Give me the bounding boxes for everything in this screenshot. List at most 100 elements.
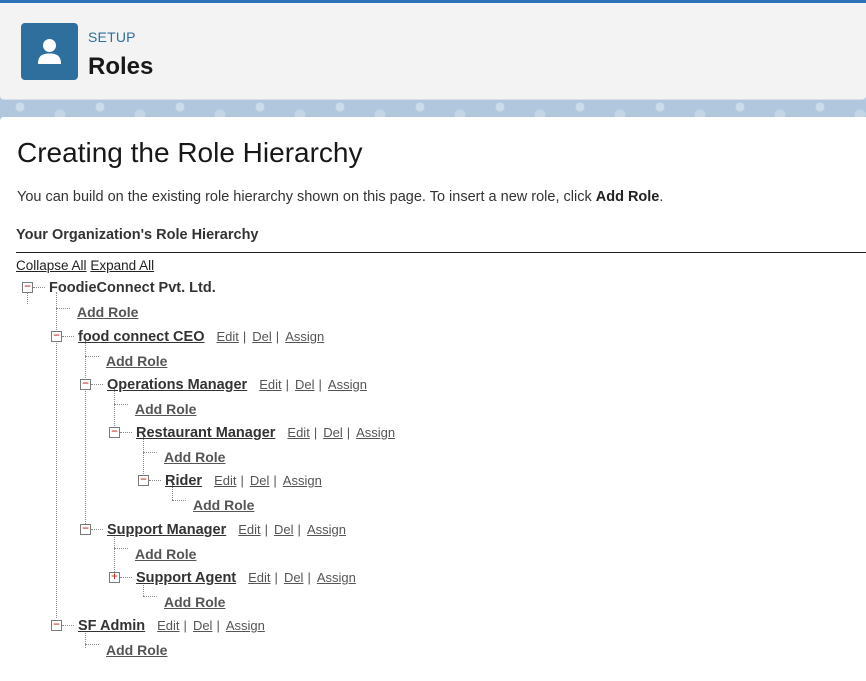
del-link[interactable]: Del [295,377,315,392]
add-role-link[interactable]: Add Role [164,594,225,610]
assign-link[interactable]: Assign [307,522,346,537]
user-icon [21,23,78,80]
action-separator: | [285,377,289,392]
collapse-toggle-icon[interactable]: − [51,620,62,631]
tree-node-add-role: Add Role [135,544,196,564]
edit-link[interactable]: Edit [214,473,236,488]
tree-node-add-role: Add Role [164,447,225,467]
add-role-link[interactable]: Add Role [164,449,225,465]
role-link-operations-manager[interactable]: Operations Manager [107,377,247,393]
action-separator: | [264,522,269,537]
role-actions: Edit | Del | Assign [214,473,322,488]
add-role-link[interactable]: Add Role [106,353,167,369]
toggle-connector [120,577,132,578]
tree-controls: Collapse All Expand All [16,258,154,273]
del-link[interactable]: Del [250,473,270,488]
section-divider [16,252,866,253]
expand-toggle-icon[interactable]: + [109,572,120,583]
del-link[interactable]: Del [193,618,213,633]
intro-text-main: You can build on the existing role hiera… [17,189,596,205]
action-separator: | [273,473,277,488]
assign-link[interactable]: Assign [328,377,367,392]
role-actions: Edit | Del | Assign [238,522,346,537]
toggle-connector [120,432,132,433]
action-separator: | [275,329,280,344]
role-link-sf-admin[interactable]: SF Admin [78,618,145,634]
expand-all-link[interactable]: Expand All [90,258,154,273]
assign-link[interactable]: Assign [285,329,324,344]
toggle-connector [33,287,45,288]
role-link-restaurant-manager[interactable]: Restaurant Manager [136,425,275,441]
edit-link[interactable]: Edit [259,377,281,392]
collapse-all-link[interactable]: Collapse All [16,258,87,273]
page-title: Roles [88,53,154,80]
del-link[interactable]: Del [284,570,304,585]
assign-link[interactable]: Assign [356,425,395,440]
tree-node-add-role: Add Role [193,495,254,515]
edit-link[interactable]: Edit [157,618,179,633]
role-actions: Edit | Del | Assign [216,329,324,344]
collapse-toggle-icon[interactable]: − [80,524,91,535]
toggle-connector [62,336,74,337]
role-actions: Edit | Del | Assign [248,570,356,585]
action-separator: | [240,473,244,488]
page-header: SETUP Roles [0,3,866,100]
role-link-rider[interactable]: Rider [165,473,202,489]
root-org-name: FoodieConnect Pvt. Ltd. [49,280,216,296]
edit-link[interactable]: Edit [248,570,270,585]
collapse-toggle-icon[interactable]: − [51,331,62,342]
assign-link[interactable]: Assign [317,570,356,585]
collapse-toggle-icon[interactable]: − [80,379,91,390]
edit-link[interactable]: Edit [238,522,260,537]
action-separator: | [307,570,311,585]
role-actions: Edit | Del | Assign [259,377,367,392]
role-row-content: food connect CEO Edit | Del | Assign [78,327,324,347]
add-role-link[interactable]: Add Role [135,401,196,417]
tree-connector [114,404,128,405]
tree-node-add-role: Add Role [106,351,167,371]
intro-add-role-ref: Add Role [595,189,660,205]
role-actions: Edit | Del | Assign [157,618,265,633]
add-role-link[interactable]: Add Role [106,642,167,658]
collapse-toggle-icon[interactable]: − [109,427,120,438]
toggle-connector [62,625,74,626]
action-separator: | [313,425,318,440]
role-link-support-agent[interactable]: Support Agent [136,570,236,586]
tree-connector [56,308,70,309]
collapse-toggle-icon[interactable]: − [22,282,33,293]
add-role-link[interactable]: Add Role [193,497,254,513]
hierarchy-section-title: Your Organization's Role Hierarchy [16,227,259,243]
collapse-toggle-icon[interactable]: − [138,475,149,486]
intro-text-end: . [659,189,664,205]
tree-connector [114,548,128,549]
tree-connector [143,452,157,453]
del-link[interactable]: Del [252,329,272,344]
tree-connector [172,500,186,501]
tree-connector [85,644,99,645]
add-role-link[interactable]: Add Role [77,304,138,320]
action-separator: | [346,425,351,440]
del-link[interactable]: Del [274,522,294,537]
add-role-link[interactable]: Add Role [135,546,196,562]
action-separator: | [242,329,247,344]
action-separator: | [183,618,187,633]
role-row-content: Restaurant Manager Edit | Del | Assign [136,423,395,443]
edit-link[interactable]: Edit [287,425,309,440]
tree-node-add-role: Add Role [135,399,196,419]
tree-connector [143,596,157,597]
role-actions: Edit | Del | Assign [287,425,395,440]
assign-link[interactable]: Assign [283,473,322,488]
role-link-ceo[interactable]: food connect CEO [78,329,204,345]
intro-text: You can build on the existing role hiera… [17,189,663,205]
action-separator: | [297,522,301,537]
content-panel: Creating the Role Hierarchy You can buil… [0,117,866,681]
role-link-support-manager[interactable]: Support Manager [107,522,226,538]
del-link[interactable]: Del [323,425,343,440]
tree-connector [85,340,86,526]
tree-node-add-role: Add Role [77,302,138,322]
action-separator: | [318,377,322,392]
assign-link[interactable]: Assign [226,618,265,633]
toggle-connector [149,480,161,481]
role-row-content: Support Manager Edit | Del | Assign [107,520,346,540]
edit-link[interactable]: Edit [216,329,238,344]
